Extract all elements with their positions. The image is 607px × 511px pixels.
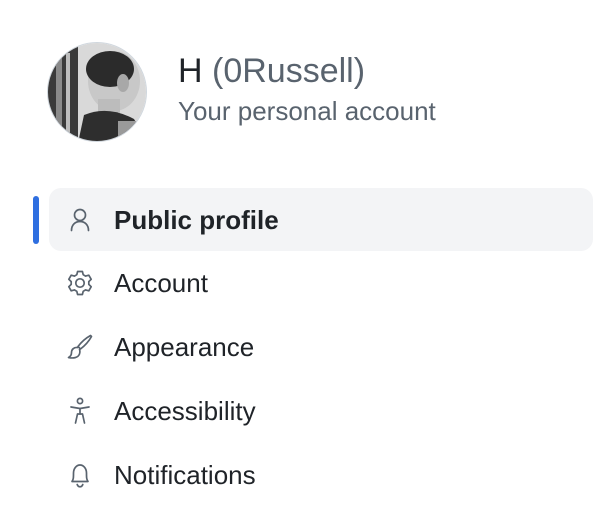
active-indicator: [33, 196, 39, 244]
sidebar-item-account[interactable]: Account: [49, 251, 593, 315]
sidebar-item-public-profile[interactable]: Public profile: [33, 188, 593, 251]
sidebar-item-label: Notifications: [114, 460, 256, 490]
settings-sidebar-nav: Public profile Account Appearance Access…: [0, 188, 607, 507]
account-header: H (0Russell) Your personal account: [47, 42, 436, 142]
display-name: H: [178, 52, 203, 90]
sidebar-item-notifications[interactable]: Notifications: [49, 443, 593, 507]
username: (0Russell): [212, 52, 366, 90]
bell-icon: [64, 459, 96, 491]
account-name: H (0Russell): [178, 51, 436, 91]
avatar-image: [48, 43, 146, 141]
sidebar-item-accessibility[interactable]: Accessibility: [49, 379, 593, 443]
sidebar-item-label: Public profile: [114, 204, 279, 235]
sidebar-item-label: Appearance: [114, 332, 255, 362]
person-icon: [64, 204, 96, 236]
sidebar-item-label: Account: [114, 268, 208, 298]
account-subtitle: Your personal account: [178, 96, 436, 126]
gear-icon: [64, 267, 96, 299]
paintbrush-icon: [64, 331, 96, 363]
avatar[interactable]: [47, 42, 147, 142]
sidebar-item-label: Accessibility: [114, 396, 256, 426]
accessibility-icon: [64, 395, 96, 427]
sidebar-item-appearance[interactable]: Appearance: [49, 315, 593, 379]
